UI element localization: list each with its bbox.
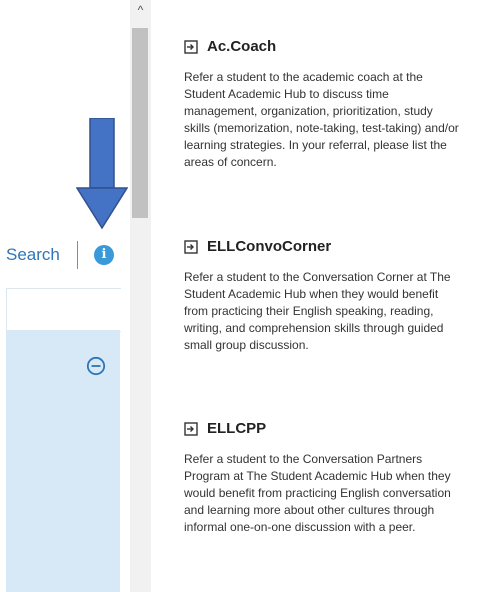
- scroll-thumb[interactable]: [132, 28, 148, 218]
- item-title-text: ELLCPP: [207, 420, 267, 437]
- sign-in-icon: [184, 39, 198, 54]
- item-title[interactable]: Ac.Coach: [184, 38, 464, 55]
- left-pane: Search i: [0, 0, 130, 592]
- list-item: ELLConvoCorner Refer a student to the Co…: [184, 238, 464, 354]
- item-title-text: Ac.Coach: [207, 38, 277, 55]
- item-title[interactable]: ELLConvoCorner: [184, 238, 464, 255]
- sign-in-icon: [184, 239, 198, 254]
- scroll-up-button[interactable]: ^: [130, 0, 151, 20]
- list-item: Ac.Coach Refer a student to the academic…: [184, 38, 464, 171]
- panel-header: [6, 288, 121, 332]
- item-title[interactable]: ELLCPP: [184, 420, 464, 437]
- item-description: Refer a student to the Conversation Corn…: [184, 270, 451, 352]
- separator: [77, 241, 78, 269]
- item-title-text: ELLConvoCorner: [207, 238, 332, 255]
- item-description: Refer a student to the academic coach at…: [184, 70, 459, 169]
- sign-in-icon: [184, 421, 198, 436]
- info-icon[interactable]: i: [94, 245, 114, 265]
- list-item: ELLCPP Refer a student to the Conversati…: [184, 420, 464, 536]
- vertical-scrollbar[interactable]: ^: [130, 0, 151, 592]
- item-description: Refer a student to the Conversation Part…: [184, 452, 451, 534]
- minus-circle-icon[interactable]: [86, 356, 106, 376]
- down-arrow-icon: [76, 118, 128, 230]
- search-link[interactable]: Search: [6, 245, 60, 265]
